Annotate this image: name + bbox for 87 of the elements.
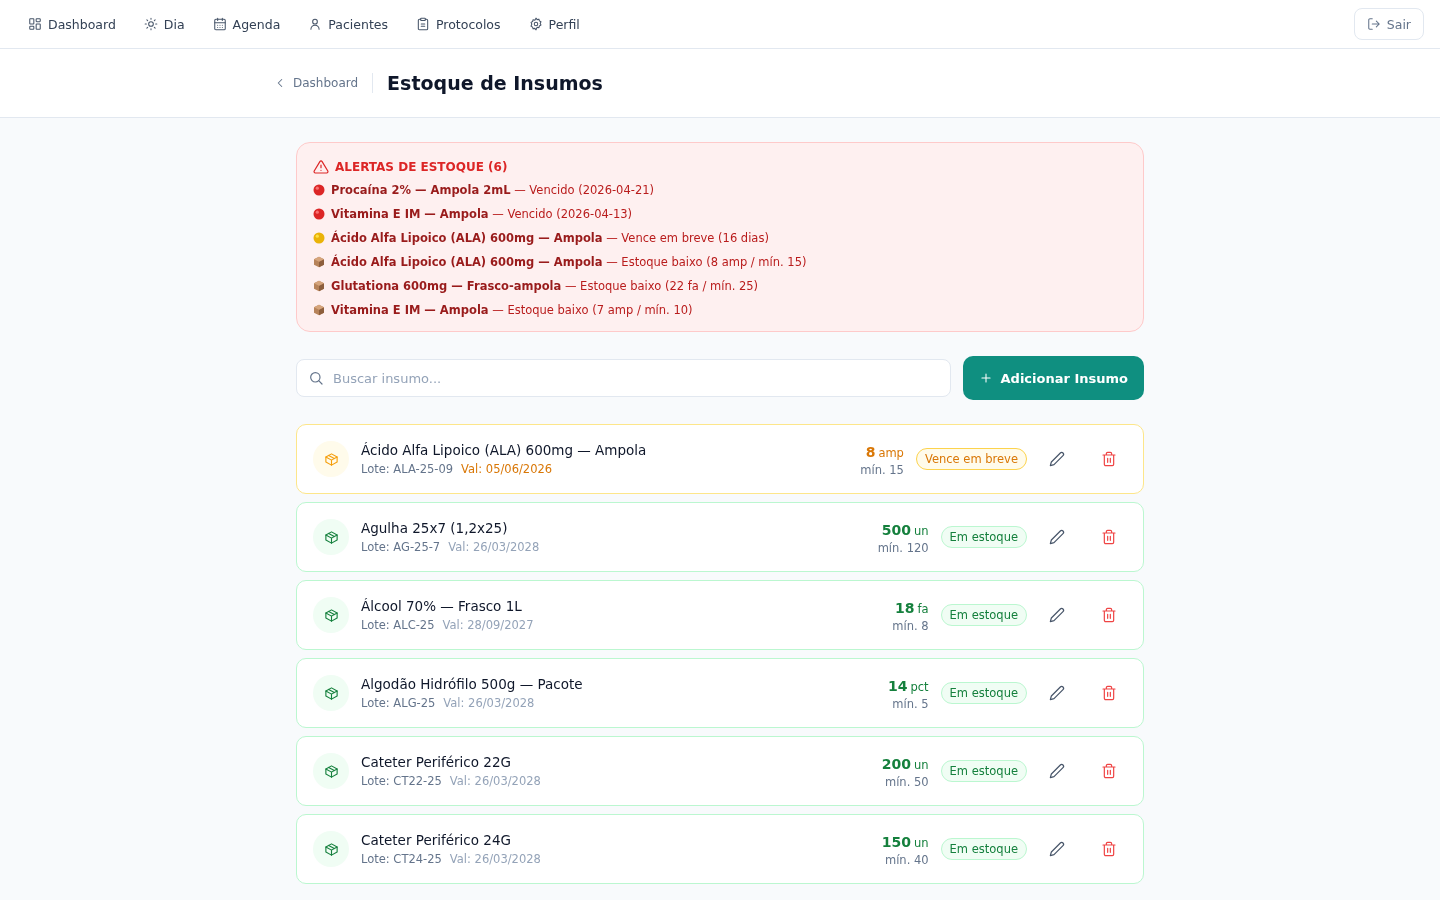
alert-text: Procaína 2% — Ampola 2mL — Vencido (2026-04-21) bbox=[331, 183, 654, 197]
pencil-icon bbox=[1049, 841, 1065, 857]
quantity: 8 bbox=[865, 443, 876, 460]
status-badge: Vence em breve bbox=[915, 448, 1027, 470]
supply-name: Cateter Periférico 24G bbox=[361, 832, 512, 848]
search-field[interactable]: Buscar insumo... bbox=[296, 359, 951, 397]
minimum-quantity: mín. 120 bbox=[877, 540, 929, 555]
lot-number: Lote: AG-25-7 bbox=[361, 540, 441, 554]
alert-text: Vitamina E IM — Ampola — Estoque baixo (7 amp / mín. 10) bbox=[331, 303, 693, 317]
alerts-title: ALERTAS DE ESTOQUE (6) bbox=[335, 160, 508, 174]
minimum-quantity: mín. 15 bbox=[860, 462, 904, 477]
plus-icon bbox=[978, 371, 993, 385]
trash-icon bbox=[1101, 685, 1117, 701]
page-title: Estoque de Insumos bbox=[387, 72, 603, 94]
status-badge: Em estoque bbox=[940, 760, 1027, 782]
package-icon bbox=[313, 831, 349, 867]
unit: pct bbox=[910, 679, 929, 694]
expiry-date: Val: 26/03/2028 bbox=[449, 852, 541, 866]
back-link[interactable]: Dashboard bbox=[273, 76, 359, 90]
warning-icon bbox=[313, 159, 329, 175]
expiry-date: Val: 26/03/2028 bbox=[449, 774, 541, 788]
logout-icon bbox=[1366, 17, 1381, 31]
quantity: 500 bbox=[881, 521, 911, 538]
lot-number: Lote: ALA-25-09 bbox=[361, 462, 454, 476]
alert-text: Ácido Alfa Lipoico (ALA) 600mg — Ampola — Vence em breve (16 dias) bbox=[331, 231, 769, 245]
package-icon bbox=[313, 519, 349, 555]
status-badge: Em estoque bbox=[940, 682, 1027, 704]
unit: un bbox=[914, 757, 929, 772]
status-badge: Em estoque bbox=[940, 838, 1027, 860]
alert-text: Ácido Alfa Lipoico (ALA) 600mg — Ampola — Estoque baixo (8 amp / mín. 15) bbox=[331, 255, 807, 269]
add-supply-button[interactable]: Adicionar Insumo bbox=[962, 356, 1144, 400]
trash-icon bbox=[1101, 451, 1117, 467]
minimum-quantity: mín. 40 bbox=[884, 852, 929, 867]
trash-icon bbox=[1101, 763, 1117, 779]
quantity: 18 bbox=[895, 599, 915, 616]
pencil-icon bbox=[1049, 763, 1065, 779]
calendar-icon bbox=[212, 17, 227, 31]
lot-number: Lote: CT24-25 bbox=[361, 852, 442, 866]
supply-name: Algodão Hidrófilo 500g — Pacote bbox=[361, 676, 584, 692]
trash-icon bbox=[1101, 529, 1117, 545]
user-icon bbox=[308, 17, 323, 31]
logout-button[interactable]: Sair bbox=[1353, 8, 1424, 40]
status-badge: Em estoque bbox=[940, 526, 1027, 548]
unit: un bbox=[914, 835, 929, 850]
alert-text: Vitamina E IM — Ampola — Vencido (2026-04-13) bbox=[331, 207, 633, 221]
clipboard-icon bbox=[416, 17, 430, 31]
nav-tab[interactable]: Agenda bbox=[212, 16, 281, 32]
status-badge: Em estoque bbox=[940, 604, 1027, 626]
lot-number: Lote: CT22-25 bbox=[361, 774, 442, 788]
expiry-date: Val: 26/03/2028 bbox=[448, 540, 540, 554]
unit: un bbox=[914, 523, 929, 538]
nav-tab[interactable]: Pacientes bbox=[308, 16, 388, 32]
supply-name: Agulha 25x7 (1,2x25) bbox=[361, 520, 509, 536]
lot-number: Lote: ALG-25 bbox=[361, 696, 436, 710]
quantity: 200 bbox=[881, 755, 911, 772]
package-icon bbox=[313, 675, 349, 711]
expiry-date: Val: 26/03/2028 bbox=[443, 696, 535, 710]
pencil-icon bbox=[1049, 607, 1065, 623]
nav-tab[interactable]: Protocolos bbox=[416, 16, 501, 32]
supply-name: Álcool 70% — Frasco 1L bbox=[361, 598, 523, 614]
dashboard-icon bbox=[28, 17, 42, 31]
nav-tab[interactable]: Dia bbox=[143, 16, 185, 32]
minimum-quantity: mín. 50 bbox=[884, 774, 929, 789]
alert-text: Glutationa 600mg — Frasco-ampola — Estoque baixo (22 fa / mín. 25) bbox=[331, 279, 759, 293]
trash-icon bbox=[1101, 841, 1117, 857]
unit: fa bbox=[917, 601, 929, 616]
package-icon bbox=[313, 753, 349, 789]
trash-icon bbox=[1101, 607, 1117, 623]
supply-name: Ácido Alfa Lipoico (ALA) 600mg — Ampola bbox=[361, 442, 648, 458]
quantity: 150 bbox=[881, 833, 911, 850]
nav-tab[interactable]: Perfil bbox=[528, 16, 580, 32]
package-icon bbox=[313, 441, 349, 477]
package-icon bbox=[313, 597, 349, 633]
expiry-date: Val: 28/09/2027 bbox=[442, 618, 534, 632]
pencil-icon bbox=[1049, 685, 1065, 701]
supply-name: Cateter Periférico 22G bbox=[361, 754, 512, 770]
pencil-icon bbox=[1049, 451, 1065, 467]
pencil-icon bbox=[1049, 529, 1065, 545]
expiry-date: Val: 05/06/2026 bbox=[461, 462, 553, 476]
quantity: 14 bbox=[887, 677, 908, 694]
lot-number: Lote: ALC-25 bbox=[361, 618, 435, 632]
settings-icon bbox=[528, 17, 543, 31]
minimum-quantity: mín. 8 bbox=[892, 618, 929, 633]
minimum-quantity: mín. 5 bbox=[892, 696, 929, 711]
nav-tab[interactable]: Dashboard bbox=[28, 16, 116, 32]
sun-icon bbox=[143, 17, 158, 31]
unit: amp bbox=[878, 445, 904, 460]
